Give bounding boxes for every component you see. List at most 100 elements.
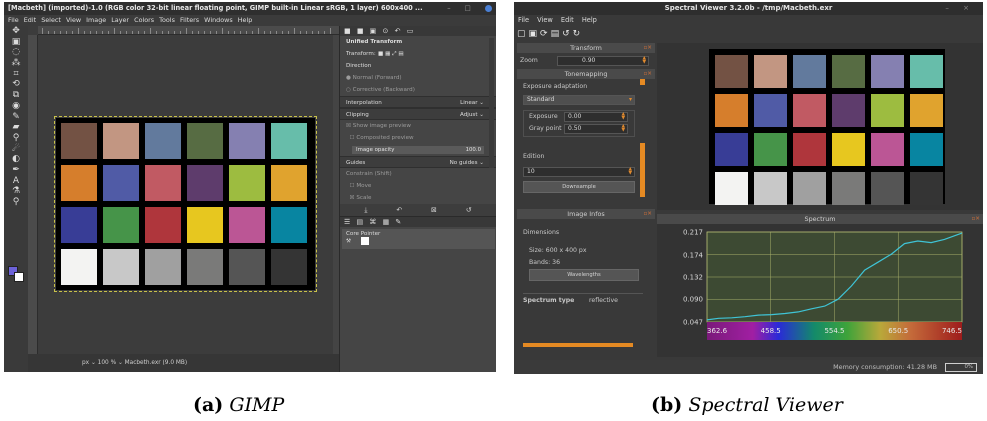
rect-select-icon[interactable]: ▣ [4, 37, 28, 48]
wavelengths-button[interactable]: Wavelengths [529, 269, 639, 281]
core-pointer-item[interactable]: Core Pointer ⚒ [342, 229, 495, 249]
clipping-select[interactable]: Clipping Adjust ⌄ [340, 108, 496, 120]
menu-view[interactable]: View [66, 16, 81, 24]
gimp-window-controls[interactable]: – □ [447, 2, 492, 15]
crop-icon[interactable]: ⌗ [4, 69, 28, 80]
clone-icon[interactable]: ⚲ [4, 133, 28, 144]
fg-bg-colors[interactable] [8, 266, 24, 282]
reload-icon[interactable]: ⟳ [540, 29, 551, 39]
spectrum-type-value: reflective [589, 297, 618, 304]
transform-mode-row[interactable]: Transform: ■ ▦ ⤢ ▤ [340, 48, 496, 60]
sv-image-viewer[interactable] [657, 43, 983, 210]
restore-options-icon[interactable]: ↶ [396, 204, 402, 216]
exposure-spinbox[interactable]: 0.00 ▲ ▼ [564, 112, 628, 122]
undo-icon[interactable]: ↺ [562, 29, 573, 39]
dodge-icon[interactable]: ◐ [4, 154, 28, 165]
tool-options-dock: ■ ■ ▣ ⊙ ↶ ▭ Unified Transform Transform:… [339, 26, 496, 372]
menu-filters[interactable]: Filters [180, 16, 199, 24]
gray-point-spinbox[interactable]: 0.50 ▲ ▼ [564, 124, 628, 134]
color-picker-icon[interactable]: ⚗ [4, 186, 28, 197]
zoom-spinbox[interactable]: 0.90 ▲ ▼ [557, 56, 649, 66]
chevron-down-icon[interactable]: ⌄ [118, 360, 125, 366]
lower-dock-tabs[interactable]: ☰ ▤ ⌘ ▦ ✎ [340, 217, 496, 227]
guides-select[interactable]: Guides No guides ⌄ [340, 156, 496, 168]
menu-image[interactable]: Image [86, 16, 106, 24]
image-opacity-slider[interactable]: Image opacity 100.0 [340, 144, 496, 156]
menu-tools[interactable]: Tools [159, 16, 175, 24]
menu-edit[interactable]: Edit [24, 16, 36, 24]
export-image-icon[interactable]: ▣ [529, 29, 541, 39]
ruler-tick [144, 31, 145, 34]
show-preview-checkbox[interactable]: ☒ Show image preview [340, 120, 496, 132]
redo-icon[interactable]: ↻ [573, 29, 584, 39]
tonemapping-panel: Exposure adaptation Standard ▾ Exposure 0… [517, 79, 655, 204]
color-patch [271, 207, 307, 243]
save-icon[interactable]: ▤ [551, 29, 563, 39]
bucket-fill-icon[interactable]: ◉ [4, 101, 28, 112]
sv-menu-file[interactable]: File [518, 16, 529, 24]
y-tick-label: 0.174 [683, 251, 704, 259]
direction-corrective-radio[interactable]: ○ Corrective (Backward) [340, 84, 496, 96]
sv-window-controls[interactable]: – × [945, 2, 975, 15]
composited-preview-checkbox[interactable]: ☐ Composited preview [340, 132, 496, 144]
paths-icon[interactable]: ✒ [4, 165, 28, 176]
text-tool-icon[interactable]: A [4, 176, 28, 187]
paintbrush-icon[interactable]: ✎ [4, 112, 28, 123]
ruler-tick [324, 31, 325, 34]
direction-normal-radio[interactable]: ● Normal (Forward) [340, 72, 496, 84]
scroll-up-arrow[interactable] [640, 79, 645, 85]
sv-menu-view[interactable]: View [537, 16, 553, 24]
warp-icon[interactable]: ⧉ [4, 90, 28, 101]
menu-file[interactable]: File [8, 16, 19, 24]
ruler-tick [234, 31, 235, 34]
dock-float-close-icon[interactable]: ▫✕ [644, 209, 652, 219]
menu-colors[interactable]: Colors [134, 16, 154, 24]
interpolation-select[interactable]: Interpolation Linear ⌄ [340, 96, 496, 108]
dock-float-close-icon[interactable]: ▫✕ [972, 214, 980, 224]
color-patch [715, 55, 748, 88]
menu-windows[interactable]: Windows [204, 16, 233, 24]
open-file-icon[interactable]: ▢ [517, 29, 529, 39]
gimp-canvas[interactable]: px ⌄ 100 % ⌄ Macbeth.exr (9.0 MB) [28, 26, 339, 372]
move-tool-icon[interactable]: ✥ [4, 26, 28, 37]
ruler-tick [300, 31, 301, 34]
menu-select[interactable]: Select [41, 16, 61, 24]
zoom-selector[interactable]: 100 % [98, 360, 116, 366]
ruler-tick [156, 31, 157, 34]
sv-menu-edit[interactable]: Edit [561, 16, 574, 24]
color-patch [187, 249, 223, 285]
chevron-down-icon[interactable]: ⌄ [91, 360, 98, 366]
transform-icon[interactable]: ⟲ [4, 79, 28, 90]
dock-float-close-icon[interactable]: ▫✕ [644, 43, 652, 53]
unit-selector[interactable]: px [82, 360, 89, 366]
menu-layer[interactable]: Layer [111, 16, 129, 24]
reset-options-icon[interactable]: ↺ [466, 204, 472, 216]
delete-options-icon[interactable]: ⊠ [431, 204, 437, 216]
horizontal-scrollbar[interactable] [523, 343, 633, 347]
tool-options-actions[interactable]: ⤓ ↶ ⊠ ↺ [340, 204, 496, 216]
dock-float-close-icon[interactable]: ▫✕ [644, 69, 652, 79]
sv-title-bar: Spectral Viewer 3.2.0b - /tmp/Macbeth.ex… [514, 2, 983, 15]
edition-spinbox[interactable]: 10 ▲ ▼ [523, 167, 635, 177]
smudge-icon[interactable]: ☄ [4, 144, 28, 155]
fuzzy-select-icon[interactable]: ⁂ [4, 58, 28, 69]
eraser-icon[interactable]: ▰ [4, 122, 28, 133]
adaptation-mode-select[interactable]: Standard ▾ [523, 95, 635, 105]
close-icon[interactable] [485, 4, 492, 12]
ruler-tick [186, 28, 187, 34]
constrain-scale-checkbox[interactable]: ☒ Scale [340, 192, 496, 204]
tonemapping-scrollbar[interactable] [640, 143, 645, 197]
zoom-icon[interactable]: ⚲ [4, 197, 28, 208]
background-color-swatch[interactable] [14, 272, 24, 282]
dock-tabs[interactable]: ■ ■ ▣ ⊙ ↶ ▭ [340, 26, 496, 36]
ruler-tick [120, 31, 121, 34]
color-patch [103, 249, 139, 285]
lasso-icon[interactable]: ◌ [4, 47, 28, 58]
menu-help[interactable]: Help [238, 16, 253, 24]
macbeth-image [54, 116, 317, 292]
downsample-button[interactable]: Downsample [523, 181, 635, 193]
constrain-move-checkbox[interactable]: ☐ Move [340, 180, 496, 192]
save-options-icon[interactable]: ⤓ [364, 204, 367, 216]
sv-menu-help[interactable]: Help [582, 16, 597, 24]
dock-scrollbar[interactable] [489, 38, 494, 168]
